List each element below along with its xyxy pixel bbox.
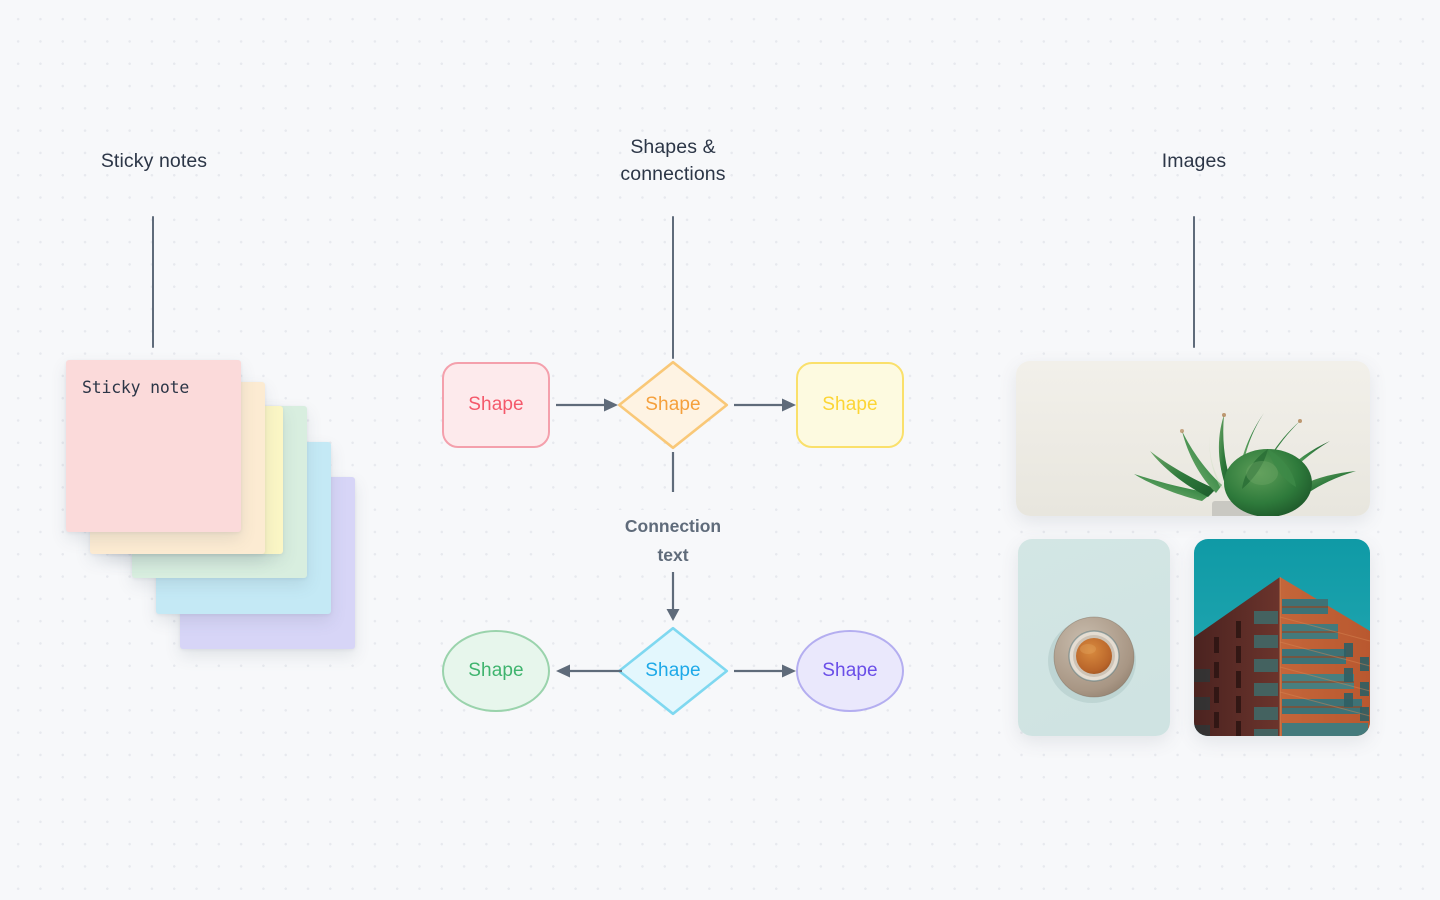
whiteboard-canvas[interactable]: Sticky notes Shapes & connections Images… [0,0,1440,900]
shape-node-label: Shape [468,394,524,415]
shape-node-label: Shape [468,660,524,681]
coffee-photo [1018,539,1170,736]
shape-node-label: Shape [645,660,701,681]
shape-node-label: Shape [645,394,701,415]
building-photo [1194,539,1370,736]
image-succulent-plant[interactable] [1016,361,1370,516]
succulent-photo [1016,361,1370,516]
shape-node-label: Shape [822,394,878,415]
images-group [0,0,1440,900]
image-apartment-building[interactable] [1194,539,1370,736]
image-coffee-cup[interactable] [1018,539,1170,736]
shape-node-label: Shape [822,660,878,681]
